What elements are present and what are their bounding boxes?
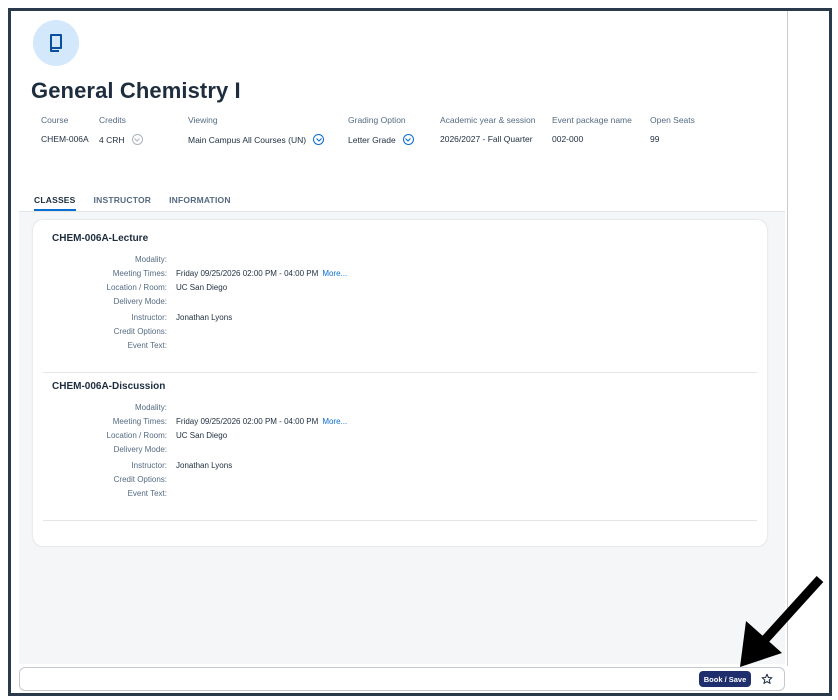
meta-value: 002-000 [552,134,584,144]
row-label: Modality: [134,255,167,264]
row-label: Location / Room: [106,283,167,292]
row-label: Delivery Mode: [113,445,167,454]
row-label: Modality: [134,403,167,412]
meta-value-wrap: 4 CRH [99,134,143,145]
detail-row: Instructor: Jonathan Lyons [33,313,767,327]
detail-row: Modality: [33,403,767,417]
meta-label: Academic year & session [440,115,536,125]
meta-label: Grading Option [348,115,406,125]
meta-label: Open Seats [650,115,695,125]
class-title: CHEM-006A-Discussion [52,381,166,392]
detail-row: Delivery Mode: [33,297,767,311]
row-label: Meeting Times: [112,417,167,426]
page-title: General Chemistry I [31,78,241,103]
row-label: Location / Room: [106,431,167,440]
meta-credits: Credits 4 CRH [99,115,143,145]
book-icon [50,34,62,52]
tab-instructor[interactable]: INSTRUCTOR [94,195,152,205]
meta-seats: Open Seats 99 [650,115,695,144]
book-save-button[interactable]: Book / Save [699,671,751,687]
grading-dropdown[interactable] [402,134,414,145]
detail-row: Delivery Mode: [33,445,767,459]
meta-package: Event package name 002-000 [552,115,632,144]
tab-information[interactable]: INFORMATION [169,195,231,205]
detail-row: Instructor: Jonathan Lyons [33,461,767,475]
meeting-times-value: Friday 09/25/2026 02:00 PM - 04:00 PM [176,417,319,426]
credits-dropdown[interactable] [131,134,143,145]
meeting-times-value: Friday 09/25/2026 02:00 PM - 04:00 PM [176,269,319,278]
row-value: Jonathan Lyons [176,461,233,470]
meta-value-wrap: Main Campus All Courses (UN) [188,134,325,145]
tab-bar: CLASSES INSTRUCTOR INFORMATION [34,195,249,211]
meta-label: Credits [99,115,126,125]
detail-row: Meeting Times: Friday 09/25/2026 02:00 P… [33,417,767,431]
row-label: Meeting Times: [112,269,167,278]
course-icon-badge [33,20,79,66]
arrow-icon [740,575,824,667]
meta-value: CHEM-006A [41,134,89,144]
more-link[interactable]: More... [322,269,347,278]
viewing-value: Main Campus All Courses (UN) [188,134,307,145]
chevron-down-icon [405,137,412,142]
tab-classes[interactable]: CLASSES [34,195,76,211]
meta-session: Academic year & session 2026/2027 - Fall… [440,115,536,144]
chevron-down-icon [315,137,322,142]
meta-label: Viewing [188,115,218,125]
star-icon [761,673,773,684]
row-label: Instructor: [131,313,167,322]
meta-value: 2026/2027 - Fall Quarter [440,134,533,144]
row-label: Event Text: [127,489,167,498]
detail-row: Location / Room: UC San Diego [33,431,767,445]
favorite-button[interactable] [759,671,775,687]
row-label: Credit Options: [113,475,167,484]
row-label: Credit Options: [113,327,167,336]
grading-value: Letter Grade [348,134,396,145]
row-value: Jonathan Lyons [176,313,233,322]
meta-viewing: Viewing Main Campus All Courses (UN) [188,115,325,145]
detail-row: Modality: [33,255,767,269]
meta-value: 99 [650,134,660,144]
scrollbar-track [787,11,788,666]
row-value-wrap: Friday 09/25/2026 02:00 PM - 04:00 PM Mor… [176,417,347,426]
footer-bar [19,667,785,691]
row-label: Instructor: [131,461,167,470]
detail-row: Credit Options: [33,327,767,341]
row-value-wrap: Friday 09/25/2026 02:00 PM - 04:00 PM Mor… [176,269,347,278]
class-title: CHEM-006A-Lecture [52,233,149,244]
meta-label: Course [41,115,69,125]
meta-label: Event package name [552,115,632,125]
section-divider [43,372,757,373]
row-value: UC San Diego [176,431,228,440]
meta-course: Course CHEM-006A [41,115,89,144]
chevron-down-icon [134,137,140,142]
detail-row: Event Text: [33,489,767,503]
detail-row: Meeting Times: Friday 09/25/2026 02:00 P… [33,269,767,283]
meta-value-wrap: Letter Grade [348,134,414,145]
section-divider [43,520,757,521]
credits-value: 4 CRH [99,134,125,145]
classes-card: CHEM-006A-Lecture Modality: Meeting Time… [33,220,767,546]
viewing-dropdown[interactable] [313,134,325,145]
row-value: UC San Diego [176,283,228,292]
detail-row: Location / Room: UC San Diego [33,283,767,297]
more-link[interactable]: More... [322,417,347,426]
detail-row: Event Text: [33,341,767,355]
meta-grading: Grading Option Letter Grade [348,115,414,145]
row-label: Event Text: [127,341,167,350]
detail-row: Credit Options: [33,475,767,489]
row-label: Delivery Mode: [113,297,167,306]
